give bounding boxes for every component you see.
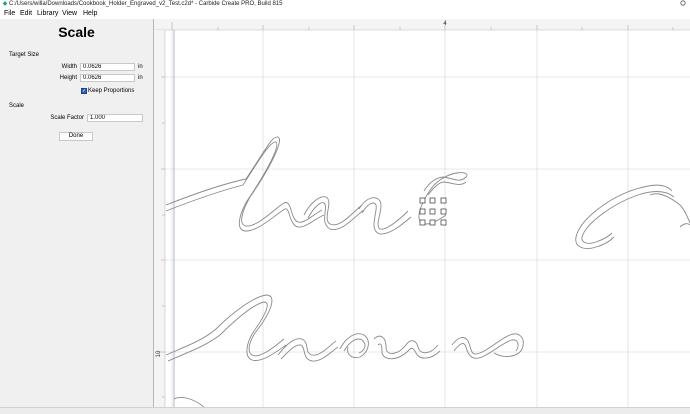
ruler-left bbox=[154, 30, 165, 407]
handle-middle-right[interactable] bbox=[440, 208, 447, 215]
handle-top-middle[interactable] bbox=[429, 197, 436, 204]
width-label: Width bbox=[61, 64, 77, 70]
scale-factor-label: Scale Factor bbox=[50, 115, 84, 121]
handle-middle-left[interactable] bbox=[419, 208, 426, 215]
height-input[interactable] bbox=[80, 74, 135, 82]
scale-section-label: Scale bbox=[9, 103, 25, 109]
ruler-left-label: 10 bbox=[156, 350, 162, 357]
menu-edit[interactable]: Edit bbox=[20, 9, 32, 19]
keep-proportions-label[interactable]: Keep Proportions bbox=[88, 88, 134, 95]
window-title: C:/Users/willa/Downloads/Cookbook_Holder… bbox=[9, 1, 283, 7]
handle-bottom-middle[interactable] bbox=[429, 219, 436, 226]
menu-help[interactable]: Help bbox=[83, 9, 97, 19]
carbide-create-icon: ◆ bbox=[2, 1, 8, 7]
menu-view[interactable]: View bbox=[62, 9, 77, 19]
scale-panel: Scale Target Size Width in Height in ✓ K… bbox=[0, 19, 154, 407]
horizontal-scrollbar[interactable] bbox=[0, 407, 690, 414]
menu-file[interactable]: File bbox=[4, 9, 15, 19]
done-button[interactable]: Done bbox=[59, 132, 93, 141]
handle-bottom-right[interactable] bbox=[440, 219, 447, 226]
handle-center[interactable] bbox=[429, 208, 436, 215]
keep-proportions-checkbox[interactable]: ✓ bbox=[81, 88, 87, 94]
height-label: Height bbox=[59, 75, 77, 81]
engraved-text-line-2[interactable] bbox=[165, 294, 524, 407]
height-unit: in bbox=[138, 75, 143, 81]
title-bar: ◆ C:/Users/willa/Downloads/Cookbook_Hold… bbox=[0, 0, 690, 9]
panel-title: Scale bbox=[58, 24, 95, 40]
handle-top-left[interactable] bbox=[419, 197, 426, 204]
width-input[interactable] bbox=[80, 63, 135, 71]
selection-handles[interactable] bbox=[419, 197, 447, 226]
menu-library[interactable]: Library bbox=[37, 9, 58, 19]
handle-bottom-left[interactable] bbox=[419, 219, 426, 226]
window-controls[interactable] bbox=[680, 0, 686, 9]
target-size-section-label: Target Size bbox=[9, 52, 40, 58]
settings-gear-icon[interactable] bbox=[680, 0, 686, 6]
scale-factor-input[interactable] bbox=[87, 114, 143, 122]
design-canvas[interactable]: 4 10 bbox=[154, 19, 690, 407]
width-unit: in bbox=[138, 64, 143, 70]
engraved-text-line-1[interactable] bbox=[165, 136, 690, 249]
canvas-grid bbox=[165, 30, 690, 407]
handle-top-right[interactable] bbox=[440, 197, 447, 204]
canvas-drawing[interactable]: 4 10 bbox=[154, 19, 690, 407]
ruler-top bbox=[154, 19, 690, 30]
menu-bar: File Edit Library View Help bbox=[0, 9, 690, 19]
